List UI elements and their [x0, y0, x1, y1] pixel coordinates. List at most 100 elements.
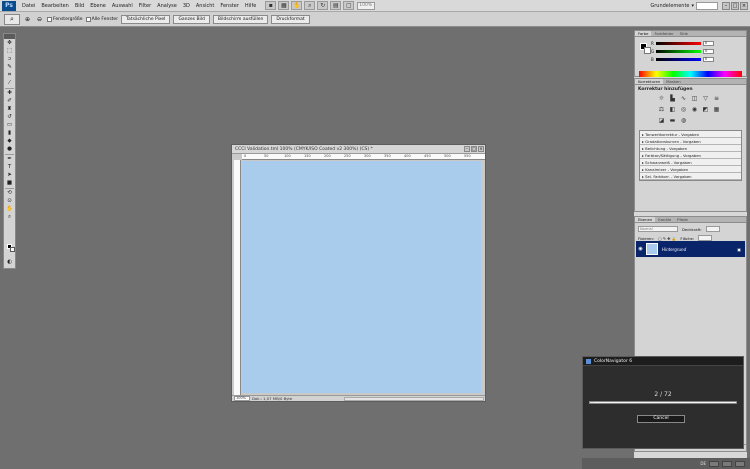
threshold-icon[interactable]: ◪	[658, 117, 666, 125]
maximize-button[interactable]: □	[731, 1, 739, 10]
menu-ebene[interactable]: Ebene	[87, 3, 109, 9]
minimize-button[interactable]: –	[722, 1, 730, 10]
tray-icon[interactable]	[735, 460, 745, 467]
menu-hilfe[interactable]: Hilfe	[242, 3, 259, 9]
dodge-tool-icon[interactable]: ●	[4, 146, 15, 153]
search-input[interactable]	[696, 1, 718, 10]
cancel-button[interactable]: Cancel	[637, 415, 685, 423]
menu-ansicht[interactable]: Ansicht	[193, 3, 217, 9]
background-color-swatch[interactable]	[10, 247, 15, 252]
hand-tool-icon[interactable]: ✋	[291, 1, 303, 10]
green-value[interactable]: 0	[703, 49, 715, 54]
brightness-contrast-icon[interactable]: ☼	[658, 95, 666, 103]
tab-color[interactable]: Farbe	[635, 31, 652, 36]
hand-tool-icon[interactable]: ✋	[4, 206, 15, 213]
zoom-tool-icon[interactable]: ⌕	[4, 214, 15, 221]
menu-auswahl[interactable]: Auswahl	[109, 3, 136, 9]
eyedropper-tool-icon[interactable]: ⁄	[4, 80, 15, 87]
gradient-map-icon[interactable]: ▬	[669, 117, 677, 125]
quick-mask-icon[interactable]: ◐	[4, 259, 15, 266]
clone-stamp-tool-icon[interactable]: ♜	[4, 106, 15, 113]
bridge-icon[interactable]: ▪	[265, 1, 277, 10]
rotate-view-icon[interactable]: ↻	[317, 1, 329, 10]
zoom-tool-preset-icon[interactable]: ⌕	[4, 13, 20, 25]
vertical-ruler[interactable]	[234, 160, 241, 395]
zoom-tool-icon[interactable]: ⌕	[304, 1, 316, 10]
layer-row[interactable]: ◉ Hintergrund ▣	[636, 241, 745, 257]
close-button[interactable]: ×	[740, 1, 748, 10]
tray-icon[interactable]	[722, 460, 732, 467]
exposure-icon[interactable]: ◫	[691, 95, 699, 103]
quick-select-tool-icon[interactable]: ✎	[4, 64, 15, 71]
tab-styles[interactable]: Stile	[677, 31, 691, 36]
brush-tool-icon[interactable]: ✐	[4, 98, 15, 105]
hue-saturation-icon[interactable]: ≡	[713, 95, 721, 103]
visibility-eye-icon[interactable]: ◉	[636, 241, 645, 257]
blue-track[interactable]	[655, 58, 701, 61]
tab-swatches[interactable]: Farbfelder	[651, 31, 676, 36]
fill-screen-button[interactable]: Bildschirm ausfüllen	[212, 14, 269, 24]
keyboard-language[interactable]: DE	[700, 461, 706, 466]
menu-analyse[interactable]: Analyse	[154, 3, 180, 9]
opacity-field[interactable]	[705, 226, 720, 232]
tab-channels[interactable]: Kanäle	[655, 217, 674, 222]
channel-mixer-icon[interactable]: ◉	[691, 106, 699, 114]
blend-mode-select[interactable]: Normal	[638, 226, 678, 232]
horizontal-scrollbar[interactable]	[344, 396, 484, 401]
invert-icon[interactable]: ◩	[702, 106, 710, 114]
red-slider[interactable]: R 0	[651, 41, 714, 46]
curves-icon[interactable]: ∿	[680, 95, 688, 103]
doc-close-button[interactable]: ×	[478, 146, 484, 152]
blue-value[interactable]: 0	[702, 57, 714, 62]
tools-panel-header[interactable]	[4, 34, 15, 39]
tab-adjustments[interactable]: Korrekturen	[635, 79, 664, 84]
3d-rotate-tool-icon[interactable]: ⟲	[4, 190, 15, 197]
doc-maximize-button[interactable]: □	[471, 146, 477, 152]
horizontal-ruler[interactable]: 0 50 100 150 200 250 300 350 400 450 500…	[242, 154, 485, 160]
menu-fenster[interactable]: Fenster	[217, 3, 242, 9]
menu-bearbeiten[interactable]: Bearbeiten	[38, 3, 71, 9]
selective-color-icon[interactable]: ◍	[680, 117, 688, 125]
resize-windows-checkbox[interactable]: Fenstergröße	[47, 16, 83, 22]
crop-tool-icon[interactable]: ⌗	[4, 72, 15, 79]
extras-icon[interactable]: ▦	[278, 1, 290, 10]
3d-camera-tool-icon[interactable]: ⊙	[4, 198, 15, 205]
type-tool-icon[interactable]: T	[4, 164, 15, 171]
history-brush-tool-icon[interactable]: ↺	[4, 114, 15, 121]
vibrance-icon[interactable]: ▽	[702, 95, 710, 103]
posterize-icon[interactable]: ▦	[713, 106, 721, 114]
color-background-swatch[interactable]	[644, 47, 651, 54]
zoom-in-icon[interactable]: ⊕	[23, 15, 32, 24]
marquee-tool-icon[interactable]: ⬚	[4, 48, 15, 55]
print-size-button[interactable]: Druckformat	[271, 14, 310, 24]
doc-minimize-button[interactable]: –	[464, 146, 470, 152]
preset-item[interactable]: ▸ Schwarzweiß - Vorgaben	[640, 159, 741, 166]
actual-pixels-button[interactable]: Tatsächliche Pixel	[121, 14, 171, 24]
blur-tool-icon[interactable]: ◆	[4, 138, 15, 145]
red-track[interactable]	[655, 42, 701, 45]
color-balance-icon[interactable]: ⚖	[658, 106, 666, 114]
red-value[interactable]: 0	[702, 41, 714, 46]
menu-datei[interactable]: Datei	[19, 3, 38, 9]
preset-item[interactable]: ▸ Belichtung - Vorgaben	[640, 145, 741, 152]
path-select-tool-icon[interactable]: ➤	[4, 172, 15, 179]
tray-icon[interactable]	[709, 460, 719, 467]
move-tool-icon[interactable]: ✥	[4, 40, 15, 47]
preset-item[interactable]: ▸ Kanalmixer - Vorgaben	[640, 166, 741, 173]
zoom-level-field[interactable]: 100%	[357, 1, 376, 10]
arrange-icon[interactable]: ▤	[330, 1, 342, 10]
black-white-icon[interactable]: ◧	[669, 106, 677, 114]
tab-paths[interactable]: Pfade	[674, 217, 691, 222]
image-canvas[interactable]	[242, 161, 481, 393]
layer-name[interactable]: Hintergrund	[662, 247, 686, 252]
screen-mode-icon[interactable]: ▢	[343, 1, 355, 10]
blue-slider[interactable]: B 0	[651, 57, 714, 62]
document-title-bar[interactable]: CCCI Validation.tml 100% (CMYK/ISO Coate…	[232, 145, 485, 154]
preset-item[interactable]: ▸ Farbton/Sättigung - Vorgaben	[640, 152, 741, 159]
menu-3d[interactable]: 3D	[180, 3, 193, 9]
preset-item[interactable]: ▸ Gradationskurven - Vorgaben	[640, 138, 741, 145]
healing-brush-tool-icon[interactable]: ✚	[4, 90, 15, 97]
levels-icon[interactable]: ▙	[669, 95, 677, 103]
workspace-switcher[interactable]: Grundelemente ▾	[650, 1, 718, 10]
dialog-title-bar[interactable]: ColorNavigator 6	[583, 357, 743, 366]
